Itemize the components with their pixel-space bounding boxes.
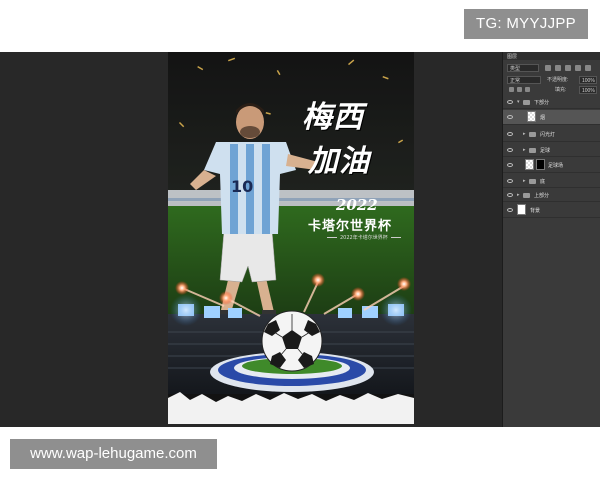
- poster-title-line1: 梅西: [302, 100, 364, 135]
- visibility-eye-icon[interactable]: [507, 148, 513, 152]
- layer-name: 下部分: [534, 100, 550, 106]
- folder-icon: [529, 132, 536, 137]
- poster-artwork[interactable]: 10 梅西 加油 2022 卡塔尔世界杯 2022年卡塔尔世界杯: [168, 52, 414, 424]
- filter-smart-object-icon[interactable]: [585, 65, 591, 71]
- watermark-bottom: www.wap-lehugame.com: [10, 439, 217, 469]
- expand-arrow-icon[interactable]: ▸: [523, 131, 526, 137]
- visibility-eye-icon[interactable]: [507, 115, 513, 119]
- fill-label: 填充:: [555, 87, 567, 93]
- tab-layers[interactable]: 图层: [507, 53, 517, 60]
- layer-name: 足球: [540, 148, 551, 154]
- layer-row[interactable]: ▸ 上部分: [503, 189, 600, 202]
- lock-fill-row: 填充: 100%: [507, 86, 597, 95]
- photoshop-window: 10 梅西 加油 2022 卡塔尔世界杯 2022年卡塔尔世界杯 图层 类型 正…: [0, 52, 600, 427]
- fill-input[interactable]: 100%: [579, 86, 597, 94]
- expand-arrow-icon[interactable]: ▸: [523, 147, 526, 153]
- poster-year: 2022: [336, 196, 378, 214]
- layer-mask-thumbnail[interactable]: [536, 159, 545, 170]
- layer-name: 足球场: [548, 163, 564, 169]
- visibility-eye-icon[interactable]: [507, 193, 513, 197]
- blend-row: 正常 不透明度: 100%: [507, 76, 597, 85]
- poster-subtitle: 2022年卡塔尔世界杯: [324, 234, 404, 241]
- filter-adjustment-icon[interactable]: [555, 65, 561, 71]
- layer-name: 闪光灯: [540, 132, 556, 138]
- lock-transparent-icon[interactable]: [509, 87, 514, 92]
- layer-row[interactable]: 足球场: [503, 158, 600, 173]
- folder-icon: [529, 148, 536, 153]
- panel-tab-bar: 图层: [503, 52, 600, 60]
- layer-row[interactable]: ▸ 底: [503, 175, 600, 188]
- layer-name: 底: [540, 179, 546, 185]
- expand-arrow-icon[interactable]: ▸: [523, 178, 526, 184]
- document-canvas-area[interactable]: 10 梅西 加油 2022 卡塔尔世界杯 2022年卡塔尔世界杯: [0, 52, 502, 427]
- visibility-eye-icon[interactable]: [507, 208, 513, 212]
- opacity-input[interactable]: 100%: [579, 76, 597, 84]
- folder-icon: [523, 193, 530, 198]
- folder-icon: [529, 179, 536, 184]
- visibility-eye-icon[interactable]: [507, 163, 513, 167]
- layer-row[interactable]: 背景: [503, 203, 600, 218]
- layer-name: 烟: [540, 115, 546, 121]
- layer-row[interactable]: 烟: [503, 110, 600, 125]
- layer-thumbnail: [525, 159, 534, 170]
- visibility-eye-icon[interactable]: [507, 132, 513, 136]
- visibility-eye-icon[interactable]: [507, 179, 513, 183]
- poster-title-line2: 加油: [308, 144, 370, 179]
- layer-row[interactable]: ▸ 足球: [503, 144, 600, 157]
- blend-mode-select[interactable]: 正常: [507, 76, 541, 84]
- visibility-eye-icon[interactable]: [507, 100, 513, 104]
- soccer-ball: [261, 310, 323, 372]
- folder-icon: [523, 100, 530, 105]
- lock-pixels-icon[interactable]: [517, 87, 522, 92]
- expand-arrow-icon[interactable]: ▸: [517, 192, 520, 198]
- layer-filter-select[interactable]: 类型: [507, 64, 539, 72]
- layer-name: 上部分: [534, 193, 550, 199]
- layer-name: 背景: [530, 208, 541, 214]
- layer-list: ▾ 下部分 烟 ▸ 闪光灯 ▸ 足球 足球场 ▸ 底 ▸ 上部分 背景: [503, 96, 600, 427]
- layers-panel: 图层 类型 正常 不透明度: 100% 填充: 100% ▾ 下部分 烟 ▸ 闪…: [502, 52, 600, 427]
- torn-paper-edge: [168, 392, 414, 424]
- watermark-top: TG: MYYJJPP: [464, 9, 588, 39]
- layer-row[interactable]: ▾ 下部分: [503, 96, 600, 109]
- filter-shape-icon[interactable]: [575, 65, 581, 71]
- layer-row[interactable]: ▸ 闪光灯: [503, 127, 600, 142]
- layer-filter-row: 类型: [507, 64, 597, 73]
- filter-type-icon[interactable]: [565, 65, 571, 71]
- filter-pixel-icon[interactable]: [545, 65, 551, 71]
- svg-text:10: 10: [231, 177, 253, 196]
- poster-event-title: 卡塔尔世界杯: [308, 219, 393, 234]
- lock-position-icon[interactable]: [525, 87, 530, 92]
- expand-arrow-icon[interactable]: ▾: [517, 99, 520, 105]
- layer-thumbnail: [527, 111, 536, 122]
- opacity-label: 不透明度:: [547, 77, 569, 83]
- layer-thumbnail: [517, 204, 526, 215]
